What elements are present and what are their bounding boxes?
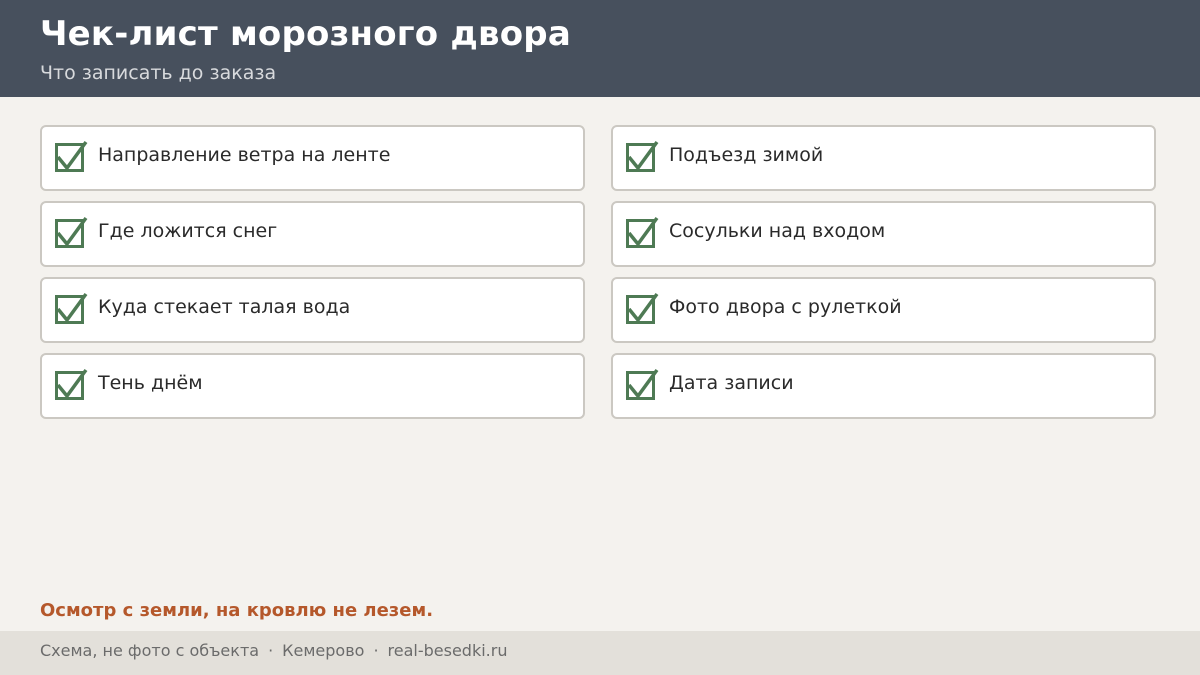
checklist-item-label: Сосульки над входом <box>669 220 886 242</box>
checklist-item-label: Где ложится снег <box>98 220 278 242</box>
checkbox-wind[interactable] <box>55 140 88 172</box>
checklist-item-label: Куда стекает талая вода <box>98 296 351 318</box>
checklist-item-label: Фото двора с рулеткой <box>669 296 902 318</box>
checkmark-icon <box>627 292 659 323</box>
footer-text: Схема, не фото с объекта · Кемерово · real-b… <box>40 641 507 660</box>
checklist-item-icicles: Сосульки над входом <box>611 201 1156 267</box>
checkmark-icon <box>56 216 88 247</box>
checklist-grid: Направление ветра на ленте Подъезд зимой… <box>40 125 1156 419</box>
header: Чек-лист морозного двора Что записать до… <box>0 0 1200 97</box>
page-title: Чек-лист морозного двора <box>40 14 571 54</box>
checkbox-meltwater[interactable] <box>55 292 88 324</box>
checklist-item-winter-access: Подъезд зимой <box>611 125 1156 191</box>
page-subtitle: Что записать до заказа <box>40 62 277 84</box>
footer-separator: · <box>268 641 274 660</box>
checklist-item-label: Дата записи <box>669 372 794 394</box>
footer-city: Кемерово <box>282 641 365 660</box>
checklist-page: Чек-лист морозного двора Что записать до… <box>0 0 1200 675</box>
checkbox-shade[interactable] <box>55 368 88 400</box>
checkbox-record-date[interactable] <box>626 368 659 400</box>
checklist-item-label: Подъезд зимой <box>669 144 824 166</box>
checklist-item-label: Тень днём <box>98 372 203 394</box>
checkmark-icon <box>627 140 659 171</box>
checklist-item-shade: Тень днём <box>40 353 585 419</box>
checklist-item-meltwater: Куда стекает талая вода <box>40 277 585 343</box>
checklist-item-label: Направление ветра на ленте <box>98 144 391 166</box>
checkmark-icon <box>56 140 88 171</box>
footer-note: Схема, не фото с объекта <box>40 641 260 660</box>
footer-site-link[interactable]: real-besedki.ru <box>388 641 508 660</box>
checklist-item-record-date: Дата записи <box>611 353 1156 419</box>
checklist-item-wind: Направление ветра на ленте <box>40 125 585 191</box>
checklist-item-yard-photo: Фото двора с рулеткой <box>611 277 1156 343</box>
checkbox-winter-access[interactable] <box>626 140 659 172</box>
footer-separator: · <box>373 641 379 660</box>
checkmark-icon <box>56 292 88 323</box>
footer: Схема, не фото с объекта · Кемерово · real-b… <box>0 631 1200 675</box>
checkmark-icon <box>627 368 659 399</box>
checkmark-icon <box>56 368 88 399</box>
checkbox-icicles[interactable] <box>626 216 659 248</box>
safety-notice: Осмотр с земли, на кровлю не лезем. <box>40 600 434 621</box>
checkmark-icon <box>627 216 659 247</box>
checkbox-snow[interactable] <box>55 216 88 248</box>
checklist-item-snow: Где ложится снег <box>40 201 585 267</box>
checkbox-yard-photo[interactable] <box>626 292 659 324</box>
